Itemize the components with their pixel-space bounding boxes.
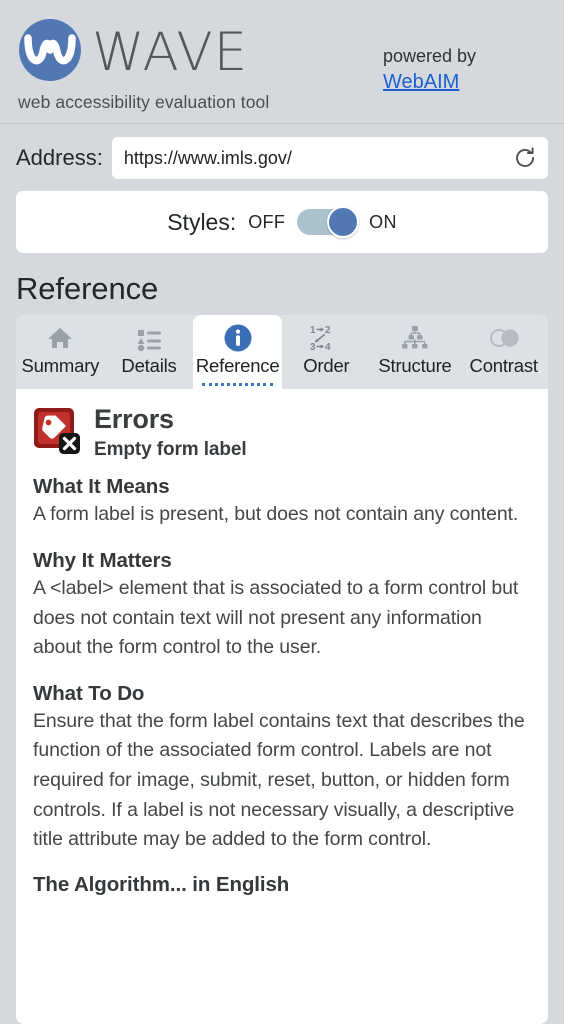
section-body: A form label is present, but does not co… [33,503,519,526]
address-label: Address: [16,145,103,170]
tab-details[interactable]: Details [105,315,194,389]
styles-toggle-card: Styles: OFF ON [16,191,548,253]
webaim-link[interactable]: WebAIM [383,69,476,96]
address-field[interactable] [111,137,548,179]
svg-text:4: 4 [325,342,331,353]
address-row: Address: [0,124,564,179]
tab-structure-label: Structure [378,355,452,376]
tab-summary-label: Summary [21,355,100,376]
powered-by-label: powered by [383,46,477,66]
tab-summary[interactable]: Summary [16,315,105,389]
wave-logo-icon [16,16,84,84]
powered-by-block: powered by WebAIM [383,44,476,96]
styles-toggle-knob[interactable] [327,206,360,238]
contrast-icon [487,322,521,354]
address-input[interactable] [123,147,511,169]
app-header: WAVE web accessibility evaluation tool p… [0,0,564,124]
styles-label: Styles: [167,208,237,235]
reference-item-name: Empty form label [94,439,247,461]
home-icon [46,322,74,354]
order-icon: 1 2 3 4 [308,322,344,354]
structure-icon [400,322,430,354]
svg-text:3: 3 [310,342,316,353]
reference-item-header: Errors Empty form label [33,405,531,461]
order-icon-top-text: 1 [310,325,316,336]
brand-block: WAVE web accessibility evaluation tool [16,16,269,113]
styles-toggle-switch[interactable] [297,206,360,238]
styles-off-label: OFF [248,211,286,232]
section-heading: What It Means [33,475,170,499]
reference-category: Errors [94,404,174,434]
section-heading-algorithm: The Algorithm... in English [33,872,290,896]
styles-on-label: ON [369,211,397,232]
section-why-it-matters: Why It Matters A <label> element that is… [33,549,531,663]
tab-order-label: Order [303,355,350,376]
app-tagline: web accessibility evaluation tool [18,92,270,112]
section-body: A <label> element that is associated to … [33,576,519,659]
brand-top: WAVE [16,16,269,84]
wave-extension-panel: WAVE web accessibility evaluation tool p… [0,0,564,1024]
active-tab-underline [202,383,274,386]
tab-contrast-label: Contrast [469,355,539,376]
svg-text:2: 2 [325,325,331,336]
tab-contrast[interactable]: Contrast [459,315,548,389]
tab-structure[interactable]: Structure [371,315,460,389]
tabbar: Summary Details Reference 1 2 3 4 Order … [16,315,548,389]
section-heading: Why It Matters [33,548,172,572]
section-heading: What To Do [33,681,145,705]
section-body: Ensure that the form label contains text… [33,709,525,851]
page-title: Reference [16,271,159,306]
tab-details-label: Details [121,355,177,376]
tab-order[interactable]: 1 2 3 4 Order [282,315,371,389]
section-what-it-means: What It Means A form label is present, b… [33,475,531,530]
error-tag-icon [33,407,81,455]
tab-reference-label: Reference [195,355,280,376]
wave-wordmark: WAVE [92,21,249,83]
reload-icon[interactable] [511,144,539,172]
reference-item-titles: Errors Empty form label [94,405,247,461]
reference-content-panel: Errors Empty form label What It Means A … [16,389,548,1024]
list-icon [135,322,163,354]
section-what-to-do: What To Do Ensure that the form label co… [33,682,531,855]
tab-reference[interactable]: Reference [193,315,283,389]
info-icon [223,322,253,354]
